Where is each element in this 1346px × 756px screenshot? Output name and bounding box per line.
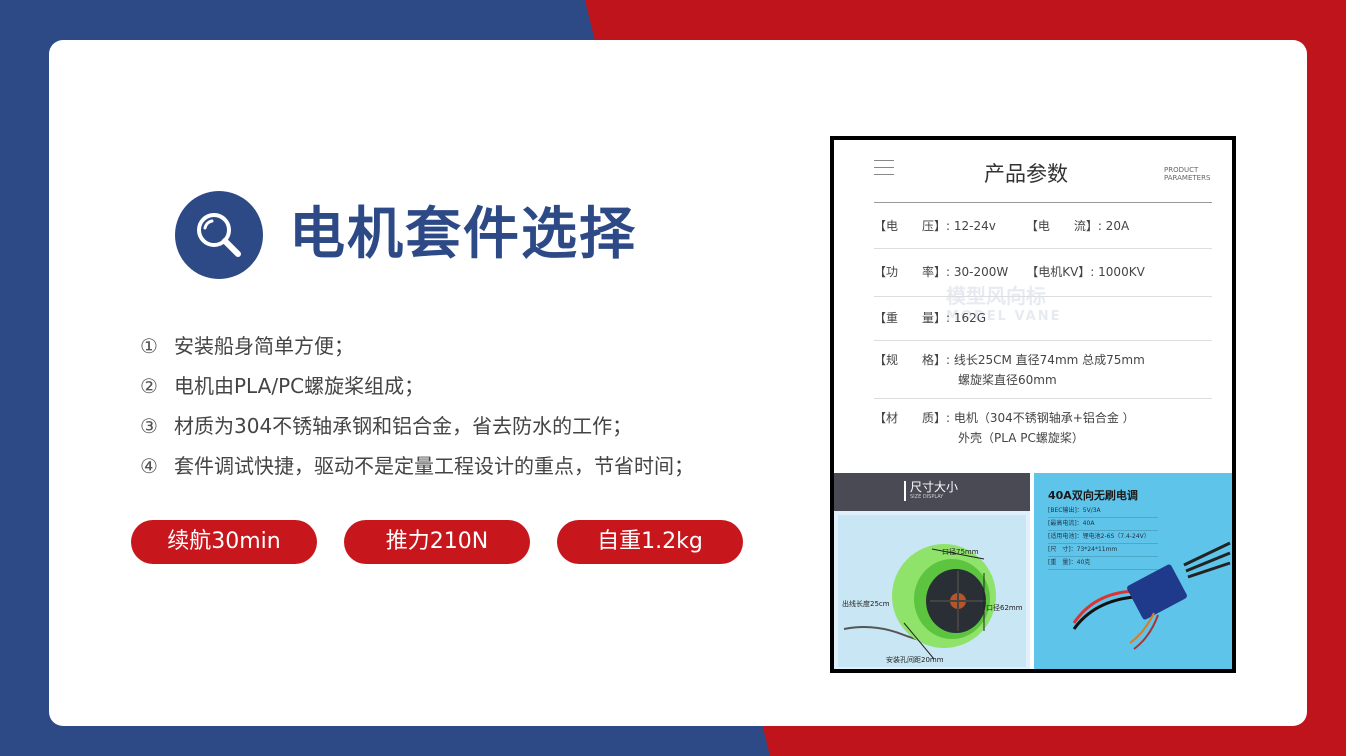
product-header-title: 产品参数 bbox=[984, 162, 1068, 186]
product-header: 产品参数 PRODUCT PARAMETERS bbox=[874, 148, 1212, 203]
list-item: ④ 套件调试快捷，驱动不是定量工程设计的重点，节省时间； bbox=[140, 454, 694, 478]
stat-badge-thrust: 推力210N bbox=[344, 520, 530, 564]
spec-row: 【规 格】: 线长25CM 直径74mm 总成75mm 螺旋桨直径60mm bbox=[874, 340, 1212, 399]
product-header-subtitle: PRODUCT PARAMETERS bbox=[1164, 166, 1211, 182]
page-title: 电机套件选择 bbox=[289, 202, 637, 267]
product-image: 产品参数 PRODUCT PARAMETERS 模型风向标 MODEL VANE… bbox=[830, 136, 1236, 673]
stat-badge-endurance: 续航30min bbox=[131, 520, 317, 564]
stat-badges: 续航30min 推力210N 自重1.2kg bbox=[131, 520, 770, 564]
motor-illustration bbox=[838, 515, 1026, 667]
spec-row: 【功 率】: 30-200W 【电机KV】: 1000KV bbox=[874, 248, 1212, 297]
size-display-bar: 尺寸大小 SIZE DISPLAY bbox=[834, 473, 1030, 511]
spec-row: 【电 压】: 12-24v 【电 流】: 20A bbox=[874, 204, 1212, 249]
stat-badge-weight: 自重1.2kg bbox=[557, 520, 743, 564]
feature-list: ① 安装船身简单方便； ② 电机由PLA/PC螺旋桨组成； ③ 材质为304不锈轴承钢… bbox=[140, 326, 694, 486]
menu-icon bbox=[874, 160, 894, 181]
list-item: ② 电机由PLA/PC螺旋桨组成； bbox=[140, 374, 425, 398]
size-display-panel: 尺寸大小 SIZE DISPLAY 口径75mm 口径62mm 出线长度25cm… bbox=[834, 473, 1030, 669]
list-item: ③ 材质为304不锈轴承钢和铝合金，省去防水的工作； bbox=[140, 414, 633, 438]
title-block: 电机套件选择 bbox=[175, 191, 637, 279]
search-icon bbox=[175, 191, 263, 279]
spec-row: 【材 质】: 电机（304不锈钢轴承+铝合金 ） 外壳（PLA PC螺旋桨） bbox=[874, 411, 1135, 445]
esc-illustration bbox=[1072, 541, 1231, 650]
esc-panel: 40A双向无刷电调 [BEC输出]：5V/3A [最高电流]：40A [适用电池… bbox=[1034, 473, 1232, 669]
spec-row: 【重 量】: 162G bbox=[874, 296, 1212, 341]
list-item: ① 安装船身简单方便； bbox=[140, 334, 354, 358]
